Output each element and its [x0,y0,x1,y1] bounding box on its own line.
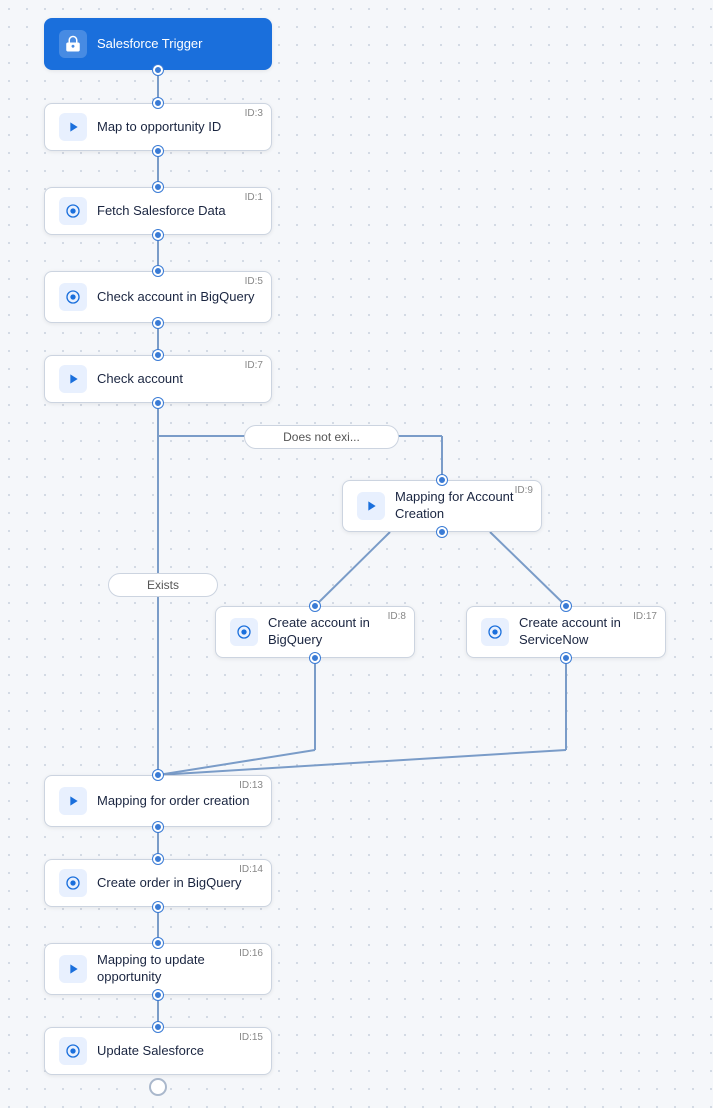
connector-dot-n14-top [153,854,163,864]
connector-dot-n3-bottom [153,146,163,156]
exists-badge: Exists [108,573,218,597]
connector-dot-n16-top [153,938,163,948]
create-bigquery-label: Create account in BigQuery [268,615,400,649]
connector-dot-n8-top [310,601,320,611]
does-not-exist-badge: Does not exi... [244,425,399,449]
update-salesforce-id: ID:15 [239,1032,263,1043]
mapping-order-label: Mapping for order creation [97,793,249,810]
create-bigquery-icon [230,618,258,646]
map-opportunity-label: Map to opportunity ID [97,119,221,136]
create-order-icon [59,869,87,897]
trigger-node[interactable]: Salesforce Trigger [44,18,272,70]
mapping-update-node[interactable]: Mapping to update opportunity ID:16 [44,943,272,995]
mapping-order-node[interactable]: Mapping for order creation ID:13 [44,775,272,827]
create-servicenow-id: ID:17 [633,611,657,622]
create-order-node[interactable]: Create order in BigQuery ID:14 [44,859,272,907]
mapping-update-icon [59,955,87,983]
check-account-node[interactable]: Check account ID:7 [44,355,272,403]
mapping-order-icon [59,787,87,815]
fetch-salesforce-id: ID:1 [245,192,263,203]
check-bigquery-node[interactable]: Check account in BigQuery ID:5 [44,271,272,323]
map-opportunity-node[interactable]: Map to opportunity ID ID:3 [44,103,272,151]
trigger-icon [59,30,87,58]
connector-dot-n17-top [561,601,571,611]
connector-dot-n5-bottom [153,318,163,328]
mapping-account-creation-node[interactable]: Mapping for Account Creation ID:9 [342,480,542,532]
connector-dot-n15-top [153,1022,163,1032]
connector-dot-n1-top [153,182,163,192]
mapper-icon-n3 [59,113,87,141]
fetch-salesforce-node[interactable]: Fetch Salesforce Data ID:1 [44,187,272,235]
check-account-id: ID:7 [245,360,263,371]
connector-dot-n16-bottom [153,990,163,1000]
create-bigquery-id: ID:8 [388,611,406,622]
update-salesforce-node[interactable]: Update Salesforce ID:15 [44,1027,272,1075]
mapping-order-id: ID:13 [239,780,263,791]
create-order-id: ID:14 [239,864,263,875]
connector-dot-n8-bottom [310,653,320,663]
mapping-account-creation-label: Mapping for Account Creation [395,489,527,523]
check-account-label: Check account [97,371,183,388]
create-bigquery-node[interactable]: Create account in BigQuery ID:8 [215,606,415,658]
update-salesforce-label: Update Salesforce [97,1043,204,1060]
connector-dot-n13-top [153,770,163,780]
connector-dot-n7-top [153,350,163,360]
connector-dot-n9-bottom [437,527,447,537]
fetch-icon [59,197,87,225]
connector-dot-n13-bottom [153,822,163,832]
connector-dot-n1-bottom [153,230,163,240]
check-bigquery-icon [59,283,87,311]
connector-dot-n3-top [153,98,163,108]
connector-dot-n14-bottom [153,902,163,912]
connector-dot-n5-top [153,266,163,276]
mapping-account-creation-id: ID:9 [515,485,533,496]
mapping-account-icon [357,492,385,520]
fetch-salesforce-label: Fetch Salesforce Data [97,203,226,220]
create-servicenow-node[interactable]: Create account in ServiceNow ID:17 [466,606,666,658]
connector-dot-n7-bottom [153,398,163,408]
connector-dot-n9-top [437,475,447,485]
create-servicenow-icon [481,618,509,646]
check-bigquery-id: ID:5 [245,276,263,287]
create-order-label: Create order in BigQuery [97,875,242,892]
connection-lines [0,0,713,1108]
mapping-update-label: Mapping to update opportunity [97,952,257,986]
map-opportunity-id: ID:3 [245,108,263,119]
update-salesforce-icon [59,1037,87,1065]
connector-dot-n17-bottom [561,653,571,663]
check-bigquery-label: Check account in BigQuery [97,289,255,306]
create-servicenow-label: Create account in ServiceNow [519,615,651,649]
connector-dot-trigger-bottom [153,65,163,75]
mapping-update-id: ID:16 [239,948,263,959]
check-account-icon [59,365,87,393]
trigger-label: Salesforce Trigger [97,36,203,53]
